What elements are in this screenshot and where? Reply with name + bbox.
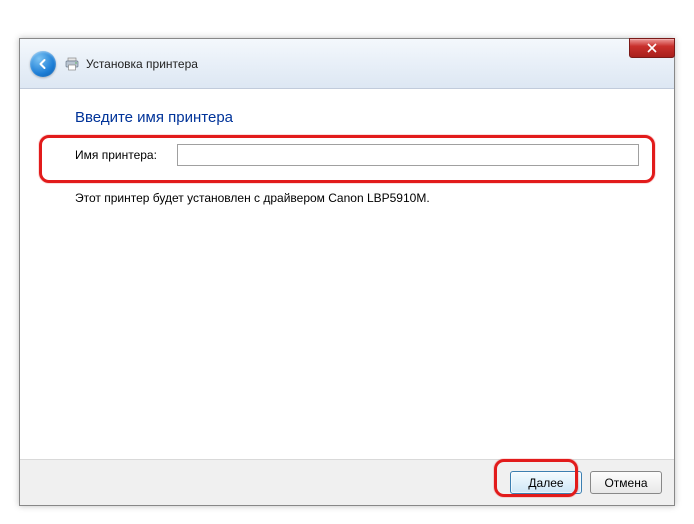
wizard-window: Установка принтера Введите имя принтера … [19, 38, 675, 506]
footer: Далее Отмена [20, 459, 674, 505]
driver-info-text: Этот принтер будет установлен с драйверо… [75, 191, 639, 205]
close-button[interactable] [629, 38, 675, 58]
close-icon [647, 43, 657, 53]
next-button[interactable]: Далее [510, 471, 582, 494]
page-heading: Введите имя принтера [75, 109, 639, 126]
titlebar: Установка принтера [20, 39, 674, 89]
printer-name-label: Имя принтера: [75, 148, 165, 162]
printer-name-row: Имя принтера: [75, 144, 639, 166]
printer-name-input[interactable] [177, 144, 639, 166]
window-title: Установка принтера [86, 57, 198, 71]
content-area: Введите имя принтера Имя принтера: Этот … [20, 89, 674, 205]
arrow-left-icon [36, 57, 50, 71]
back-button[interactable] [30, 51, 56, 77]
cancel-button[interactable]: Отмена [590, 471, 662, 494]
printer-icon [64, 56, 80, 72]
